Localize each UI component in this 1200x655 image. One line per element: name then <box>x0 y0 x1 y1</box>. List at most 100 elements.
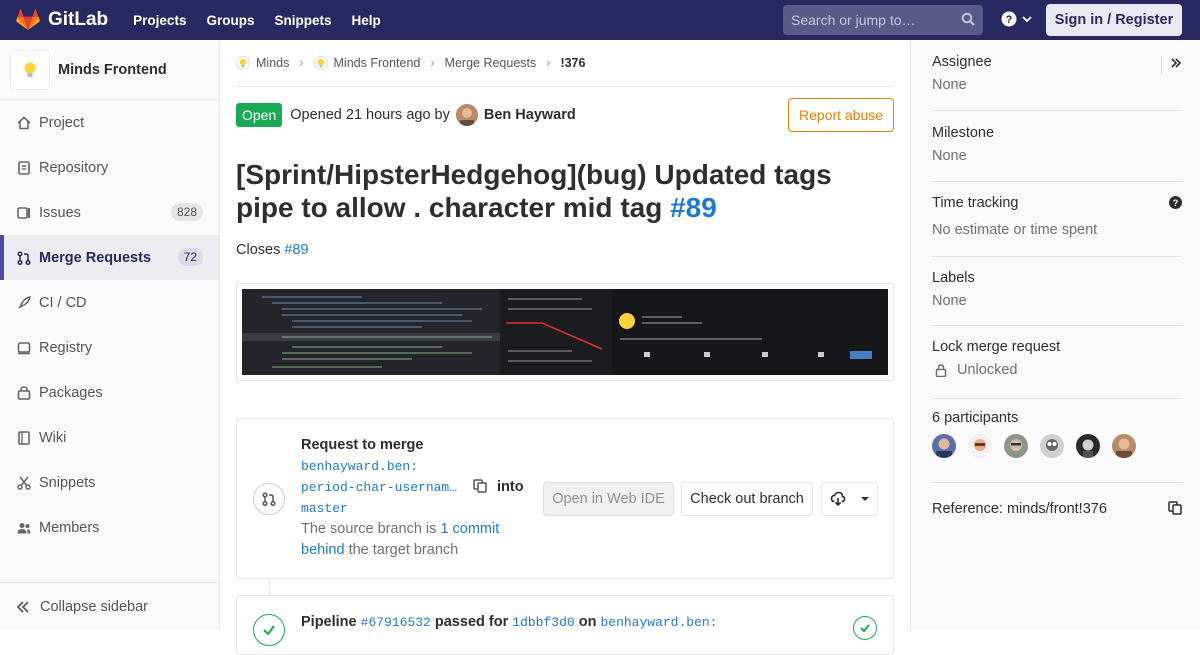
lock-value: Unlocked <box>957 362 1018 378</box>
download-dropdown-button[interactable] <box>821 482 878 516</box>
help-dropdown[interactable]: ? <box>1001 11 1033 27</box>
mr-status-row: Open Opened 21 hours ago by Ben Hayward … <box>236 98 894 132</box>
gitlab-logo[interactable]: GitLab <box>16 9 108 31</box>
into-label: into <box>497 479 524 495</box>
sidebar-item-wiki[interactable]: Wiki <box>0 415 219 460</box>
labels-value: None <box>932 293 967 309</box>
timeline-connector <box>269 579 270 595</box>
copy-reference-icon[interactable] <box>1168 501 1182 520</box>
rocket-icon <box>18 295 31 309</box>
caret-down-icon <box>860 497 869 501</box>
breadcrumb-current-mr[interactable]: !376 <box>560 56 585 70</box>
sidebar-item-registry[interactable]: Registry <box>0 325 219 370</box>
merge-request-icon <box>262 492 276 506</box>
pipeline-stage-status-icon[interactable] <box>853 616 877 640</box>
lock-icon <box>935 363 947 377</box>
download-icon <box>830 491 845 507</box>
mr-title-issue-link[interactable]: #89 <box>670 192 717 223</box>
sidebar-item-label: Members <box>39 519 100 536</box>
reference-block: Reference: minds/front!376 <box>932 496 1182 536</box>
sidebar-item-packages[interactable]: Packages <box>0 370 219 415</box>
sidebar-item-label: CI / CD <box>39 294 87 311</box>
check-icon <box>860 624 870 633</box>
sign-in-button[interactable]: Sign in / Register <box>1046 4 1182 36</box>
status-badge: Open <box>236 103 283 127</box>
sidebar-item-label: Packages <box>39 384 103 401</box>
question-icon: ? <box>1001 11 1017 27</box>
closes-line: Closes #89 <box>236 242 309 258</box>
author-name[interactable]: Ben Hayward <box>484 107 576 123</box>
project-header[interactable]: Minds Frontend <box>0 40 219 100</box>
sidebar-item-ci-cd[interactable]: CI / CD <box>0 280 219 325</box>
check-icon <box>263 625 275 636</box>
target-branch-name[interactable]: master <box>301 501 348 516</box>
sidebar-item-snippets[interactable]: Snippets <box>0 460 219 505</box>
pipeline-on: on <box>578 614 597 630</box>
pipeline-widget: Pipeline #67916532 passed for 1dbbf3d0 o… <box>236 595 894 655</box>
lightbulb-icon <box>24 62 36 77</box>
nav-help[interactable]: Help <box>351 13 380 28</box>
merge-request-widget: Request to merge benhayward.ben: period-… <box>236 418 894 579</box>
minds-frontend-logo-icon <box>313 56 328 70</box>
participant-avatar[interactable] <box>932 434 956 458</box>
sidebar-item-label: Snippets <box>39 474 96 491</box>
breadcrumb-minds[interactable]: Minds <box>236 56 289 70</box>
assignee-label: Assignee <box>932 54 992 70</box>
participant-avatar[interactable] <box>1040 434 1064 458</box>
assignee-value: None <box>932 77 967 93</box>
scissors-icon <box>17 476 31 490</box>
search-icon <box>961 12 975 26</box>
behind-suffix: the target branch <box>348 542 459 558</box>
sidebar-item-members[interactable]: Members <box>0 505 219 550</box>
chevron-down-icon <box>1022 16 1032 23</box>
doc-icon <box>18 160 30 175</box>
nav-groups[interactable]: Groups <box>206 13 254 28</box>
question-icon: ? <box>1169 196 1182 209</box>
brand-name: GitLab <box>48 9 109 30</box>
collapse-sidebar-button[interactable]: Collapse sidebar <box>0 582 219 630</box>
labels-label: Labels <box>932 270 975 286</box>
pipeline-passed-for: passed for <box>434 614 509 630</box>
mr-title-text: [Sprint/HipsterHedgehog](bug) Updated ta… <box>236 159 832 223</box>
copy-branch-icon[interactable] <box>473 479 487 500</box>
source-branch-owner[interactable]: benhayward.ben: <box>301 459 418 474</box>
participants-avatars <box>932 434 1182 458</box>
breadcrumb-separator: › <box>299 56 304 70</box>
breadcrumb-minds-frontend[interactable]: Minds Frontend <box>313 56 420 70</box>
check-out-branch-button[interactable]: Check out branch <box>681 482 813 516</box>
sidebar-item-label: Project <box>39 114 85 131</box>
nav-snippets[interactable]: Snippets <box>274 13 331 28</box>
open-in-web-ide-button[interactable]: Open in Web IDE <box>543 482 674 516</box>
sidebar-item-repository[interactable]: Repository <box>0 145 219 190</box>
sidebar-item-merge-requests[interactable]: Merge Requests 72 <box>0 235 219 280</box>
double-chevron-right-icon <box>1171 58 1182 68</box>
participant-avatar[interactable] <box>1076 434 1100 458</box>
left-sidebar: Minds Frontend Project Repository Issues… <box>0 40 220 630</box>
participant-avatar[interactable] <box>968 434 992 458</box>
main-content: Minds › Minds Frontend › Merge Requests … <box>236 40 894 655</box>
request-to-merge-heading: Request to merge <box>301 437 424 453</box>
screenshot-image <box>242 289 888 375</box>
participant-avatar[interactable] <box>1112 434 1136 458</box>
sidebar-item-project[interactable]: Project <box>0 100 219 145</box>
pipeline-id-link[interactable]: #67916532 <box>361 615 431 630</box>
pipeline-status-icon[interactable] <box>253 614 285 646</box>
collapse-sidebar-label: Collapse sidebar <box>40 598 149 615</box>
participant-avatar[interactable] <box>1004 434 1028 458</box>
sidebar-item-issues[interactable]: Issues 828 <box>0 190 219 235</box>
report-abuse-button[interactable]: Report abuse <box>788 98 894 132</box>
nav-projects[interactable]: Projects <box>133 13 186 28</box>
breadcrumb-merge-requests[interactable]: Merge Requests <box>445 56 537 70</box>
description-screenshot[interactable] <box>236 283 894 381</box>
breadcrumb-separator: › <box>546 56 551 70</box>
closes-issue-link[interactable]: #89 <box>284 242 308 258</box>
source-branch-name[interactable]: period-char-usernam… <box>301 480 457 495</box>
collapse-right-sidebar-button[interactable] <box>1161 56 1182 74</box>
closes-prefix: Closes <box>236 242 281 258</box>
search-input[interactable]: Search or jump to… <box>783 5 983 35</box>
time-tracking-help-icon[interactable]: ? <box>1169 196 1182 214</box>
author-avatar[interactable] <box>455 104 478 126</box>
pipeline-branch-link[interactable]: benhayward.ben: <box>600 615 717 630</box>
commit-sha-link[interactable]: 1dbbf3d0 <box>512 615 574 630</box>
milestone-label: Milestone <box>932 125 995 141</box>
